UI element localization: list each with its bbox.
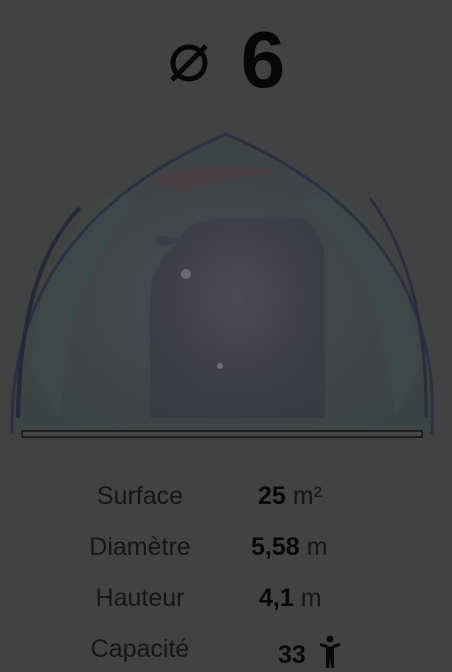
spec-label: Diamètre	[89, 533, 191, 561]
dome-image	[10, 132, 435, 438]
spec-label: Hauteur	[95, 584, 185, 612]
spec-row-capacite: Capacité 33	[0, 627, 452, 672]
person-icon	[319, 635, 340, 668]
spec-row-surface: Surface 25 m²	[0, 474, 452, 525]
diameter-symbol-icon	[169, 44, 208, 82]
spec-label: Capacité	[90, 635, 190, 663]
spec-row-hauteur: Hauteur 4,1 m	[0, 576, 452, 627]
spec-value: 4,1 m	[259, 584, 322, 612]
spec-row-diametre: Diamètre 5,58 m	[0, 525, 452, 576]
dome-size-number: 6	[240, 15, 286, 104]
dome-spec-card: 6 Surface 25 m² Diamètre 5,58 m Hauteur …	[0, 0, 452, 672]
spec-value: 25 m²	[258, 482, 322, 510]
dome-size-header: 6	[0, 10, 452, 110]
spec-value: 5,58 m	[251, 533, 328, 561]
spec-label: Surface	[96, 482, 184, 510]
spec-value: 33	[278, 635, 341, 670]
spec-list: Surface 25 m² Diamètre 5,58 m Hauteur 4,…	[0, 474, 452, 672]
